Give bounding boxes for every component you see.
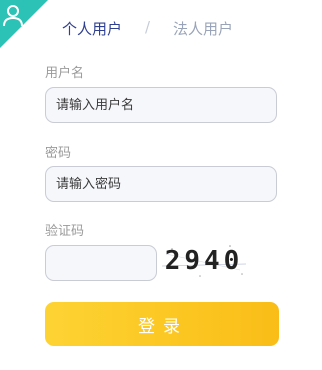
tab-legal-user[interactable]: 法人用户 — [173, 18, 233, 39]
captcha-label: 验证码 — [45, 224, 85, 239]
captcha-image[interactable]: 2940 — [160, 240, 248, 282]
user-type-tabs: 个人用户 / 法人用户 — [0, 18, 322, 42]
tab-separator: / — [145, 18, 151, 36]
login-panel: 个人用户 / 法人用户 用户名 密码 验证码 2940 登录 — [0, 0, 322, 370]
username-label: 用户名 — [45, 66, 85, 81]
password-label: 密码 — [45, 146, 72, 161]
tab-personal-user[interactable]: 个人用户 — [62, 18, 122, 39]
captcha-input[interactable] — [45, 245, 157, 281]
captcha-text: 2940 — [165, 246, 244, 276]
password-input[interactable] — [45, 166, 277, 202]
login-button[interactable]: 登录 — [45, 302, 279, 346]
username-input[interactable] — [45, 87, 277, 123]
